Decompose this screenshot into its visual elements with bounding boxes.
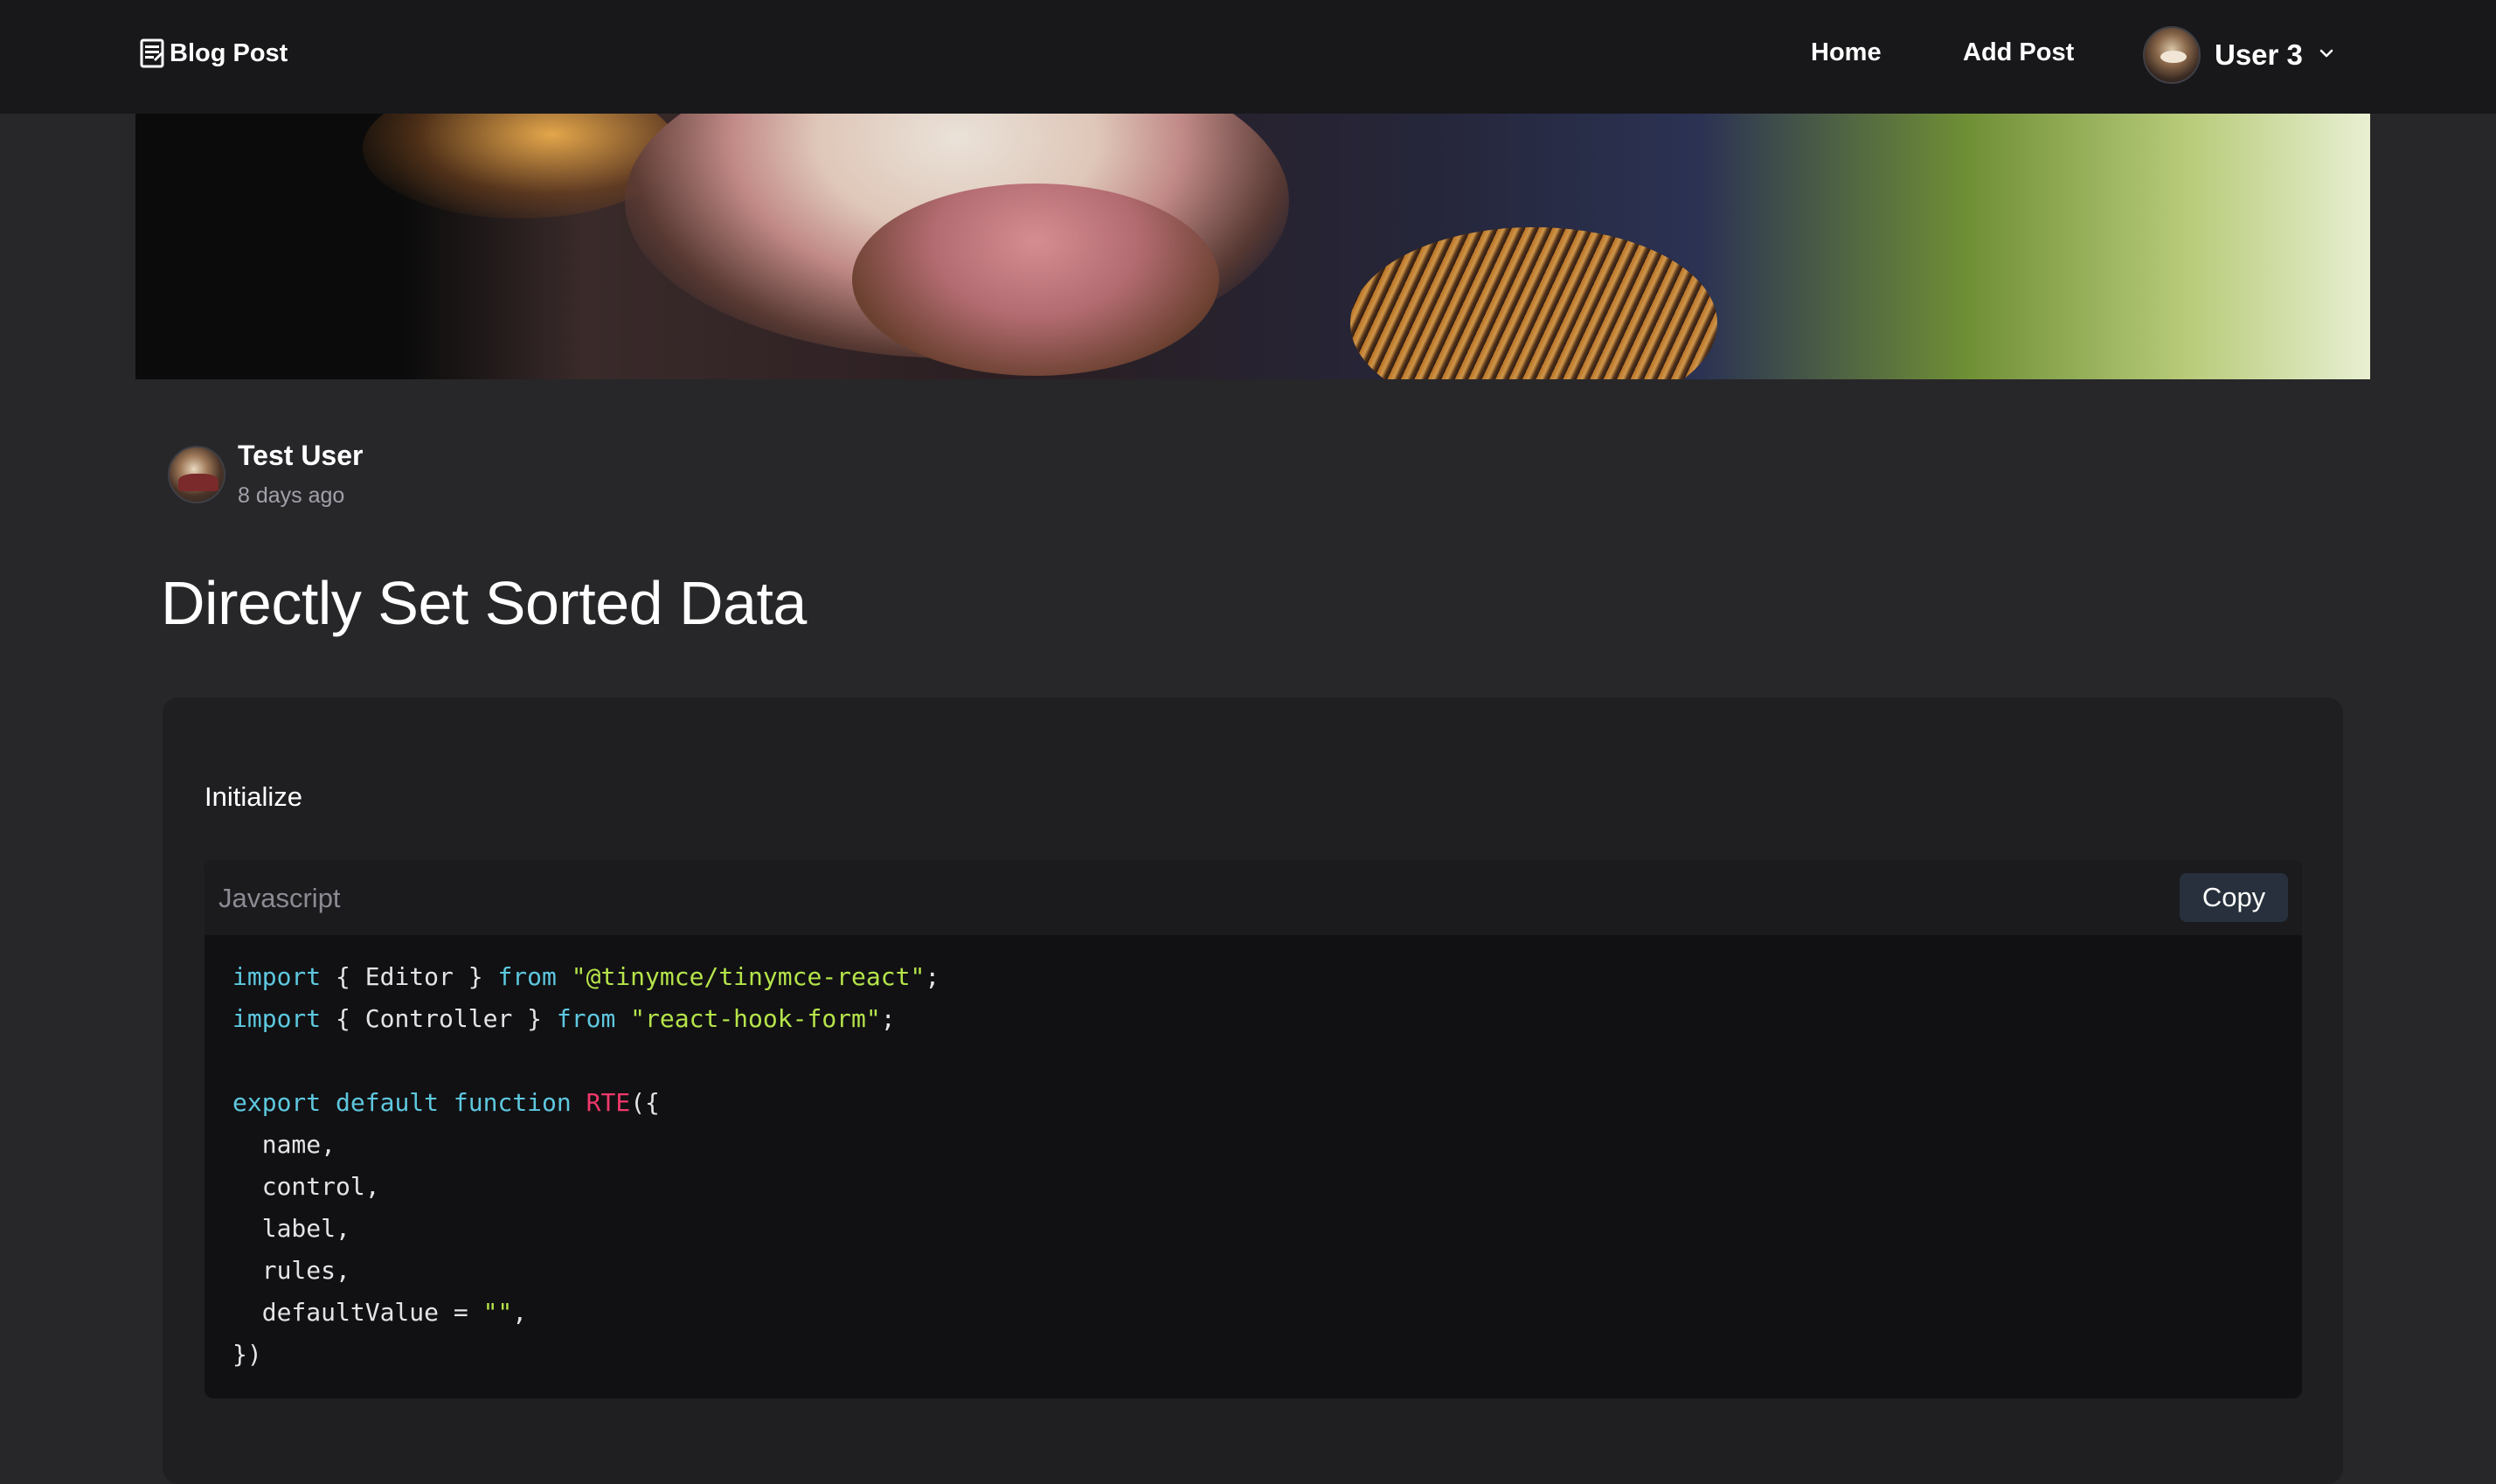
- code-token: ;: [880, 1004, 896, 1033]
- code-token: "": [482, 1298, 513, 1327]
- code-token: from: [556, 1004, 616, 1033]
- copy-button[interactable]: Copy: [2180, 873, 2288, 922]
- post-content: Initialize Javascript Copy import { Edit…: [163, 697, 2343, 1484]
- post-timestamp: 8 days ago: [238, 483, 345, 509]
- author-name: Test User: [238, 440, 364, 471]
- code-token: defaultValue =: [232, 1298, 483, 1327]
- code-line: }): [232, 1334, 2274, 1376]
- code-token: control,: [232, 1172, 380, 1201]
- code-token: export: [232, 1088, 322, 1117]
- code-language-label: Javascript: [218, 883, 341, 913]
- code-token: default: [336, 1088, 440, 1117]
- code-block: Javascript Copy import { Editor } from "…: [205, 860, 2302, 1398]
- code-token: import: [232, 962, 322, 991]
- code-line: import { Controller } from "react-hook-f…: [232, 998, 2274, 1040]
- code-line: rules,: [232, 1250, 2274, 1292]
- user-name: User 3: [2215, 38, 2303, 71]
- post-author: Test User 8 days ago: [168, 437, 363, 509]
- code-token: "@tinymce/tinymce-react": [571, 962, 926, 991]
- code-token: }): [232, 1340, 262, 1369]
- code-token: ,: [512, 1298, 528, 1327]
- section-heading: Initialize: [205, 781, 302, 812]
- nav-add-post-link[interactable]: Add Post: [1963, 38, 2074, 67]
- code-token: import: [232, 1004, 322, 1033]
- code-header: Javascript Copy: [205, 860, 2302, 935]
- code-token: "react-hook-form": [630, 1004, 881, 1033]
- post-cover-image: [135, 114, 2370, 379]
- code-line: export default function RTE({: [232, 1082, 2274, 1124]
- navbar: Blog Post Home Add Post User 3: [0, 0, 2496, 114]
- brand-label: Blog Post: [170, 38, 288, 67]
- code-line: name,: [232, 1124, 2274, 1166]
- author-avatar: [168, 446, 225, 503]
- code-token: RTE: [586, 1088, 631, 1117]
- user-avatar: [2143, 26, 2201, 84]
- code-line: defaultValue = "",: [232, 1292, 2274, 1334]
- code-token: ;: [925, 962, 940, 991]
- code-token: from: [497, 962, 557, 991]
- code-token: rules,: [232, 1256, 350, 1285]
- chevron-down-icon: [2317, 44, 2336, 67]
- code-body: import { Editor } from "@tinymce/tinymce…: [205, 935, 2302, 1397]
- user-menu-button[interactable]: User 3: [2143, 26, 2336, 84]
- code-token: { Controller }: [321, 1004, 557, 1033]
- code-token: { Editor }: [321, 962, 498, 991]
- post-title: Directly Set Sorted Data: [161, 569, 807, 637]
- code-token: function: [453, 1088, 572, 1117]
- brand-link[interactable]: Blog Post: [140, 38, 288, 68]
- code-line: label,: [232, 1208, 2274, 1250]
- document-icon: [140, 38, 164, 68]
- code-token: label,: [232, 1214, 350, 1243]
- code-token: name,: [232, 1130, 336, 1159]
- code-line: control,: [232, 1166, 2274, 1208]
- code-line: import { Editor } from "@tinymce/tinymce…: [232, 956, 2274, 998]
- code-token: ({: [630, 1088, 660, 1117]
- nav-home-link[interactable]: Home: [1811, 38, 1882, 67]
